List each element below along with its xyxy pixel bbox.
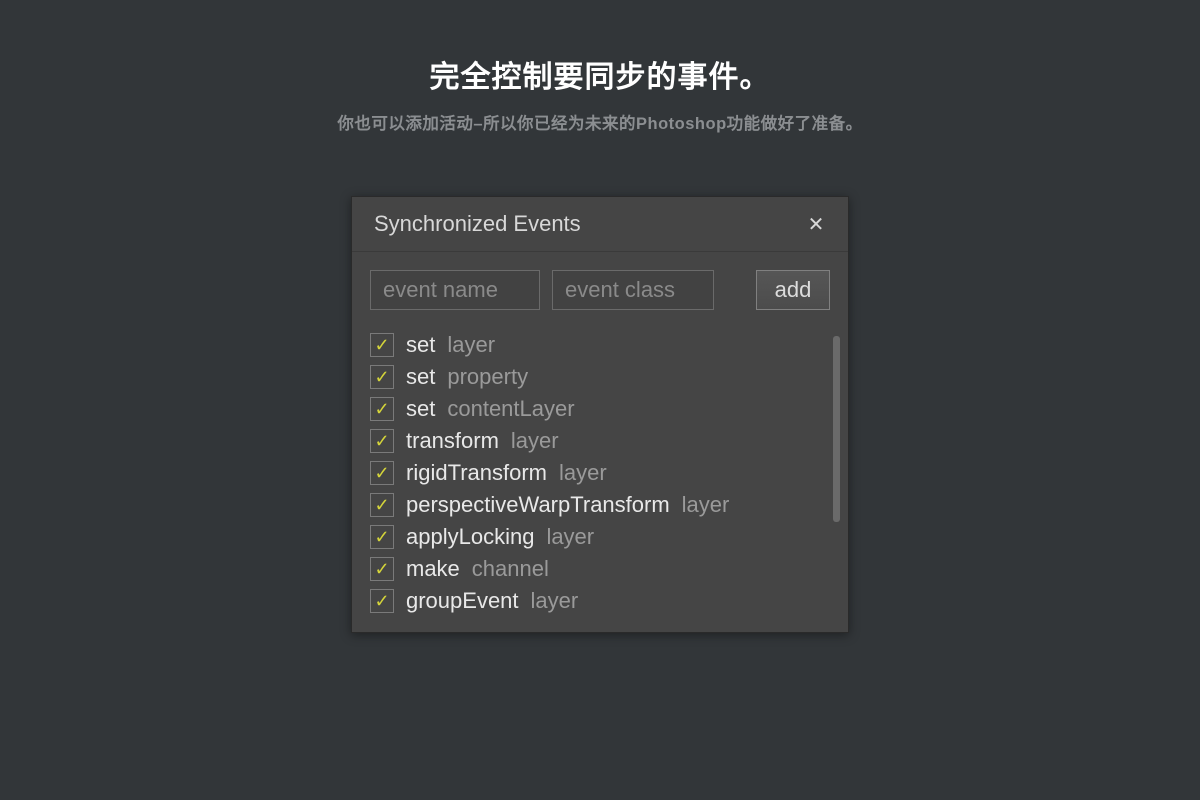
event-class-label: layer	[682, 492, 730, 518]
event-row: ✓ set contentLayer	[370, 396, 816, 422]
checkmark-icon: ✓	[374, 432, 389, 450]
add-button[interactable]: add	[756, 270, 830, 310]
event-name-label: set	[406, 396, 435, 422]
event-checkbox[interactable]: ✓	[370, 365, 394, 389]
checkmark-icon: ✓	[374, 464, 389, 482]
checkmark-icon: ✓	[374, 496, 389, 514]
panel-title: Synchronized Events	[374, 211, 581, 237]
checkmark-icon: ✓	[374, 368, 389, 386]
event-checkbox[interactable]: ✓	[370, 429, 394, 453]
event-checkbox[interactable]: ✓	[370, 557, 394, 581]
event-checkbox[interactable]: ✓	[370, 461, 394, 485]
event-class-label: layer	[511, 428, 559, 454]
event-checkbox[interactable]: ✓	[370, 493, 394, 517]
panel-body: add ✓ set layer ✓ set property ✓ set contentLaye…	[352, 252, 848, 632]
event-name-label: make	[406, 556, 460, 582]
event-row: ✓ transform layer	[370, 428, 816, 454]
event-row: ✓ set layer	[370, 332, 816, 358]
event-class-input[interactable]	[552, 270, 714, 310]
event-name-label: rigidTransform	[406, 460, 547, 486]
event-class-label: layer	[559, 460, 607, 486]
event-name-label: applyLocking	[406, 524, 534, 550]
scrollbar-thumb[interactable]	[833, 336, 840, 522]
event-name-label: perspectiveWarpTransform	[406, 492, 670, 518]
event-row: ✓ rigidTransform layer	[370, 460, 816, 486]
checkmark-icon: ✓	[374, 336, 389, 354]
event-checkbox[interactable]: ✓	[370, 397, 394, 421]
panel-header: Synchronized Events ✕	[352, 197, 848, 252]
event-checkbox[interactable]: ✓	[370, 333, 394, 357]
checkmark-icon: ✓	[374, 592, 389, 610]
event-checkbox[interactable]: ✓	[370, 525, 394, 549]
event-row: ✓ groupEvent layer	[370, 588, 816, 614]
event-name-label: set	[406, 332, 435, 358]
event-class-label: contentLayer	[447, 396, 574, 422]
event-name-input[interactable]	[370, 270, 540, 310]
event-list: ✓ set layer ✓ set property ✓ set contentLayer ✓ tr…	[370, 332, 830, 614]
input-row: add	[370, 270, 830, 310]
close-icon[interactable]: ✕	[804, 212, 828, 236]
event-class-label: layer	[546, 524, 594, 550]
event-class-label: property	[447, 364, 528, 390]
event-checkbox[interactable]: ✓	[370, 589, 394, 613]
event-class-label: layer	[531, 588, 579, 614]
event-name-label: groupEvent	[406, 588, 519, 614]
event-row: ✓ perspectiveWarpTransform layer	[370, 492, 816, 518]
checkmark-icon: ✓	[374, 400, 389, 418]
event-class-label: channel	[472, 556, 549, 582]
page-subheadline: 你也可以添加活动–所以你已经为未来的Photoshop功能做好了准备。	[337, 110, 862, 134]
page-headline: 完全控制要同步的事件。	[430, 52, 771, 96]
event-row: ✓ make channel	[370, 556, 816, 582]
sync-events-panel: Synchronized Events ✕ add ✓setlayer✓setp…	[351, 196, 849, 633]
event-row: ✓ set property	[370, 364, 816, 390]
event-row: ✓ applyLocking layer	[370, 524, 816, 550]
checkmark-icon: ✓	[374, 528, 389, 546]
event-class-label: layer	[447, 332, 495, 358]
event-name-label: set	[406, 364, 435, 390]
checkmark-icon: ✓	[374, 560, 389, 578]
event-name-label: transform	[406, 428, 499, 454]
